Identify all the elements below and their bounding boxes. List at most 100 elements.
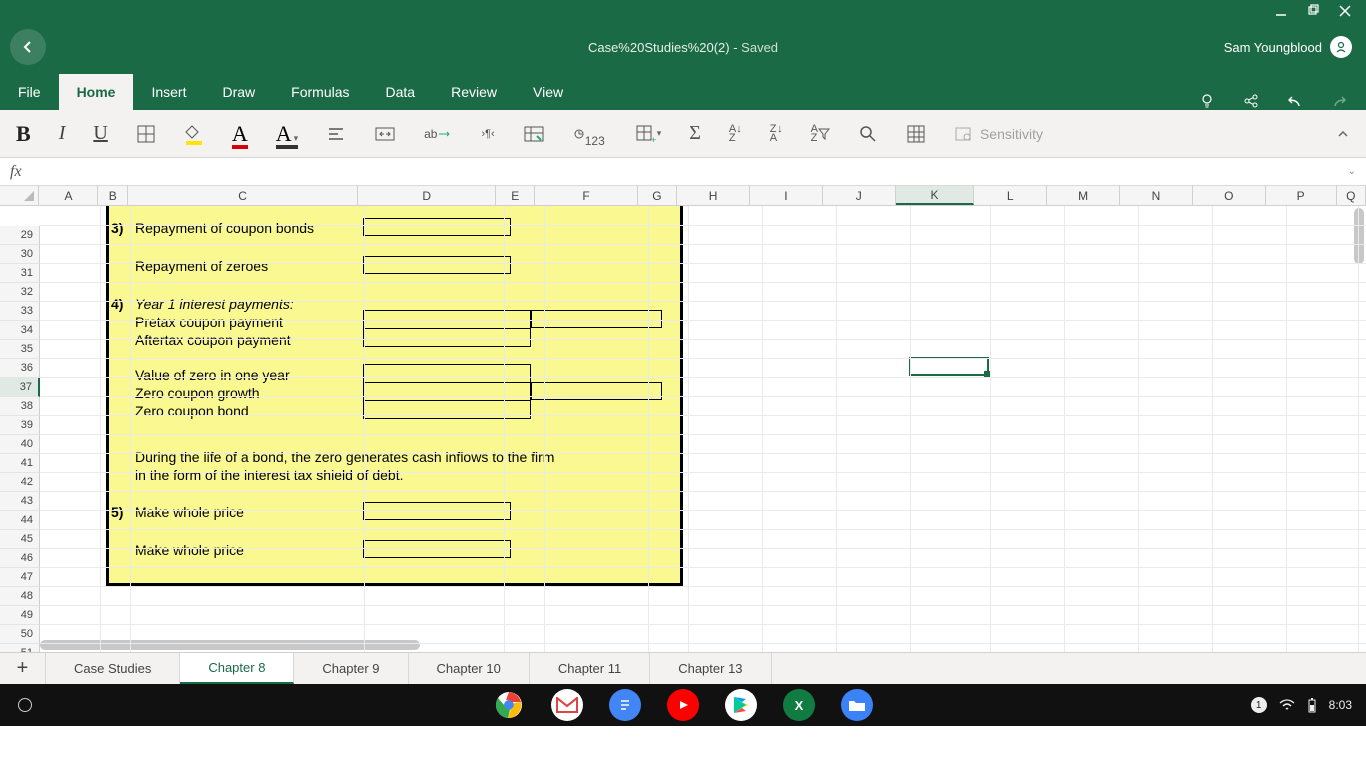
menu-review[interactable]: Review <box>433 74 515 110</box>
font-color-dropdown[interactable]: A▾ <box>276 121 298 147</box>
underline-button[interactable]: U <box>93 122 107 145</box>
col-header-H[interactable]: H <box>677 186 750 205</box>
row-header-35[interactable]: 35 <box>0 340 40 359</box>
col-header-N[interactable]: N <box>1120 186 1193 205</box>
sheet-tab-case-studies[interactable]: Case Studies <box>46 653 180 684</box>
launcher-icon[interactable] <box>18 698 32 712</box>
add-sheet-button[interactable]: + <box>0 653 46 684</box>
sensitivity-button[interactable]: Sensitivity <box>954 125 1043 143</box>
menu-file[interactable]: File <box>0 74 59 110</box>
col-header-Q[interactable]: Q <box>1337 186 1366 205</box>
formula-bar[interactable]: fx ⌄ <box>0 158 1366 186</box>
share-icon[interactable] <box>1242 92 1260 110</box>
row-header-33[interactable]: 33 <box>0 302 40 321</box>
col-header-J[interactable]: J <box>823 186 896 205</box>
horizontal-scrollbar[interactable] <box>40 640 420 650</box>
row-header-46[interactable]: 46 <box>0 549 40 568</box>
menu-formulas[interactable]: Formulas <box>273 74 367 110</box>
collapse-ribbon-icon[interactable] <box>1336 127 1350 141</box>
battery-icon[interactable] <box>1307 697 1317 713</box>
vertical-scrollbar[interactable] <box>1354 208 1364 264</box>
col-header-F[interactable]: F <box>535 186 637 205</box>
menu-insert[interactable]: Insert <box>133 74 204 110</box>
menu-home[interactable]: Home <box>59 74 134 110</box>
sheet-tab-chapter-8[interactable]: Chapter 8 <box>180 653 294 684</box>
row-header-29[interactable]: 29 <box>0 226 40 245</box>
col-header-A[interactable]: A <box>39 186 98 205</box>
col-header-O[interactable]: O <box>1193 186 1266 205</box>
excel-icon[interactable]: X <box>783 689 815 721</box>
font-color-icon[interactable]: A <box>232 121 248 147</box>
col-header-I[interactable]: I <box>750 186 823 205</box>
row-header-36[interactable]: 36 <box>0 359 40 378</box>
italic-button[interactable]: I <box>59 122 66 145</box>
menu-draw[interactable]: Draw <box>204 74 273 110</box>
row-header-50[interactable]: 50 <box>0 625 40 644</box>
active-cell[interactable] <box>909 357 989 376</box>
col-header-P[interactable]: P <box>1266 186 1337 205</box>
filter-icon[interactable]: AZ <box>811 125 830 143</box>
play-store-icon[interactable] <box>725 689 757 721</box>
user-avatar-icon[interactable] <box>1330 36 1352 58</box>
user-name[interactable]: Sam Youngblood <box>1224 40 1322 55</box>
row-header-40[interactable]: 40 <box>0 435 40 454</box>
row-header-39[interactable]: 39 <box>0 416 40 435</box>
minimize-icon[interactable] <box>1274 4 1288 18</box>
files-icon[interactable] <box>841 689 873 721</box>
sheet-tab-chapter-9[interactable]: Chapter 9 <box>294 653 408 684</box>
undo-icon[interactable] <box>1286 92 1304 110</box>
docs-icon[interactable] <box>609 689 641 721</box>
restore-icon[interactable] <box>1306 4 1320 18</box>
zero-box[interactable] <box>363 364 531 419</box>
sheet-tab-chapter-10[interactable]: Chapter 10 <box>409 653 530 684</box>
sort-asc-icon[interactable]: AZ↓ <box>729 125 742 143</box>
row-header-37[interactable]: 37 <box>0 378 40 397</box>
row-header-31[interactable]: 31 <box>0 264 40 283</box>
row-header-48[interactable]: 48 <box>0 587 40 606</box>
youtube-icon[interactable] <box>667 689 699 721</box>
back-button[interactable] <box>10 29 46 65</box>
sheet-tab-chapter-11[interactable]: Chapter 11 <box>530 653 650 684</box>
gmail-icon[interactable] <box>551 689 583 721</box>
bold-button[interactable]: B <box>16 121 31 147</box>
row-header-30[interactable]: 30 <box>0 245 40 264</box>
col-header-K[interactable]: K <box>896 186 975 205</box>
menu-view[interactable]: View <box>515 74 581 110</box>
find-icon[interactable] <box>858 124 878 144</box>
row-header-38[interactable]: 38 <box>0 397 40 416</box>
borders-icon[interactable] <box>136 124 156 144</box>
make-whole-input-2[interactable] <box>363 540 511 558</box>
col-header-C[interactable]: C <box>128 186 358 205</box>
sheet-tab-chapter-13[interactable]: Chapter 13 <box>650 653 771 684</box>
col-header-G[interactable]: G <box>638 186 677 205</box>
item-3-input[interactable] <box>363 218 511 236</box>
table-icon[interactable] <box>906 124 926 144</box>
row-header-43[interactable]: 43 <box>0 492 40 511</box>
col-header-B[interactable]: B <box>98 186 128 205</box>
make-whole-input-1[interactable] <box>363 502 511 520</box>
col-header-D[interactable]: D <box>358 186 496 205</box>
row-header-32[interactable]: 32 <box>0 283 40 302</box>
insert-cells-icon[interactable]: +▾ <box>633 124 662 144</box>
col-header-E[interactable]: E <box>496 186 535 205</box>
clock[interactable]: 8:03 <box>1329 698 1352 712</box>
col-header-L[interactable]: L <box>974 186 1047 205</box>
text-direction-icon[interactable]: ›¶‹ <box>481 128 494 140</box>
autosum-icon[interactable]: Σ <box>689 122 701 145</box>
col-header-M[interactable]: M <box>1047 186 1120 205</box>
merge-icon[interactable] <box>374 124 396 144</box>
row-header-41[interactable]: 41 <box>0 454 40 473</box>
spreadsheet-grid[interactable]: ABCDEFGHIJKLMNOPQ 2930313233343536373839… <box>0 186 1366 652</box>
row-header-47[interactable]: 47 <box>0 568 40 587</box>
row-header-49[interactable]: 49 <box>0 606 40 625</box>
lightbulb-icon[interactable] <box>1198 92 1216 110</box>
row-header-51[interactable]: 51 <box>0 644 40 652</box>
cell-styles-icon[interactable] <box>523 124 545 144</box>
redo-icon[interactable] <box>1330 92 1348 110</box>
notification-badge[interactable]: 1 <box>1251 697 1267 713</box>
wrap-text-icon[interactable]: ab <box>424 127 453 141</box>
number-format-icon[interactable]: 123 <box>573 120 605 148</box>
sort-desc-icon[interactable]: ZA↓ <box>770 125 783 143</box>
align-icon[interactable] <box>326 124 346 144</box>
row-header-42[interactable]: 42 <box>0 473 40 492</box>
